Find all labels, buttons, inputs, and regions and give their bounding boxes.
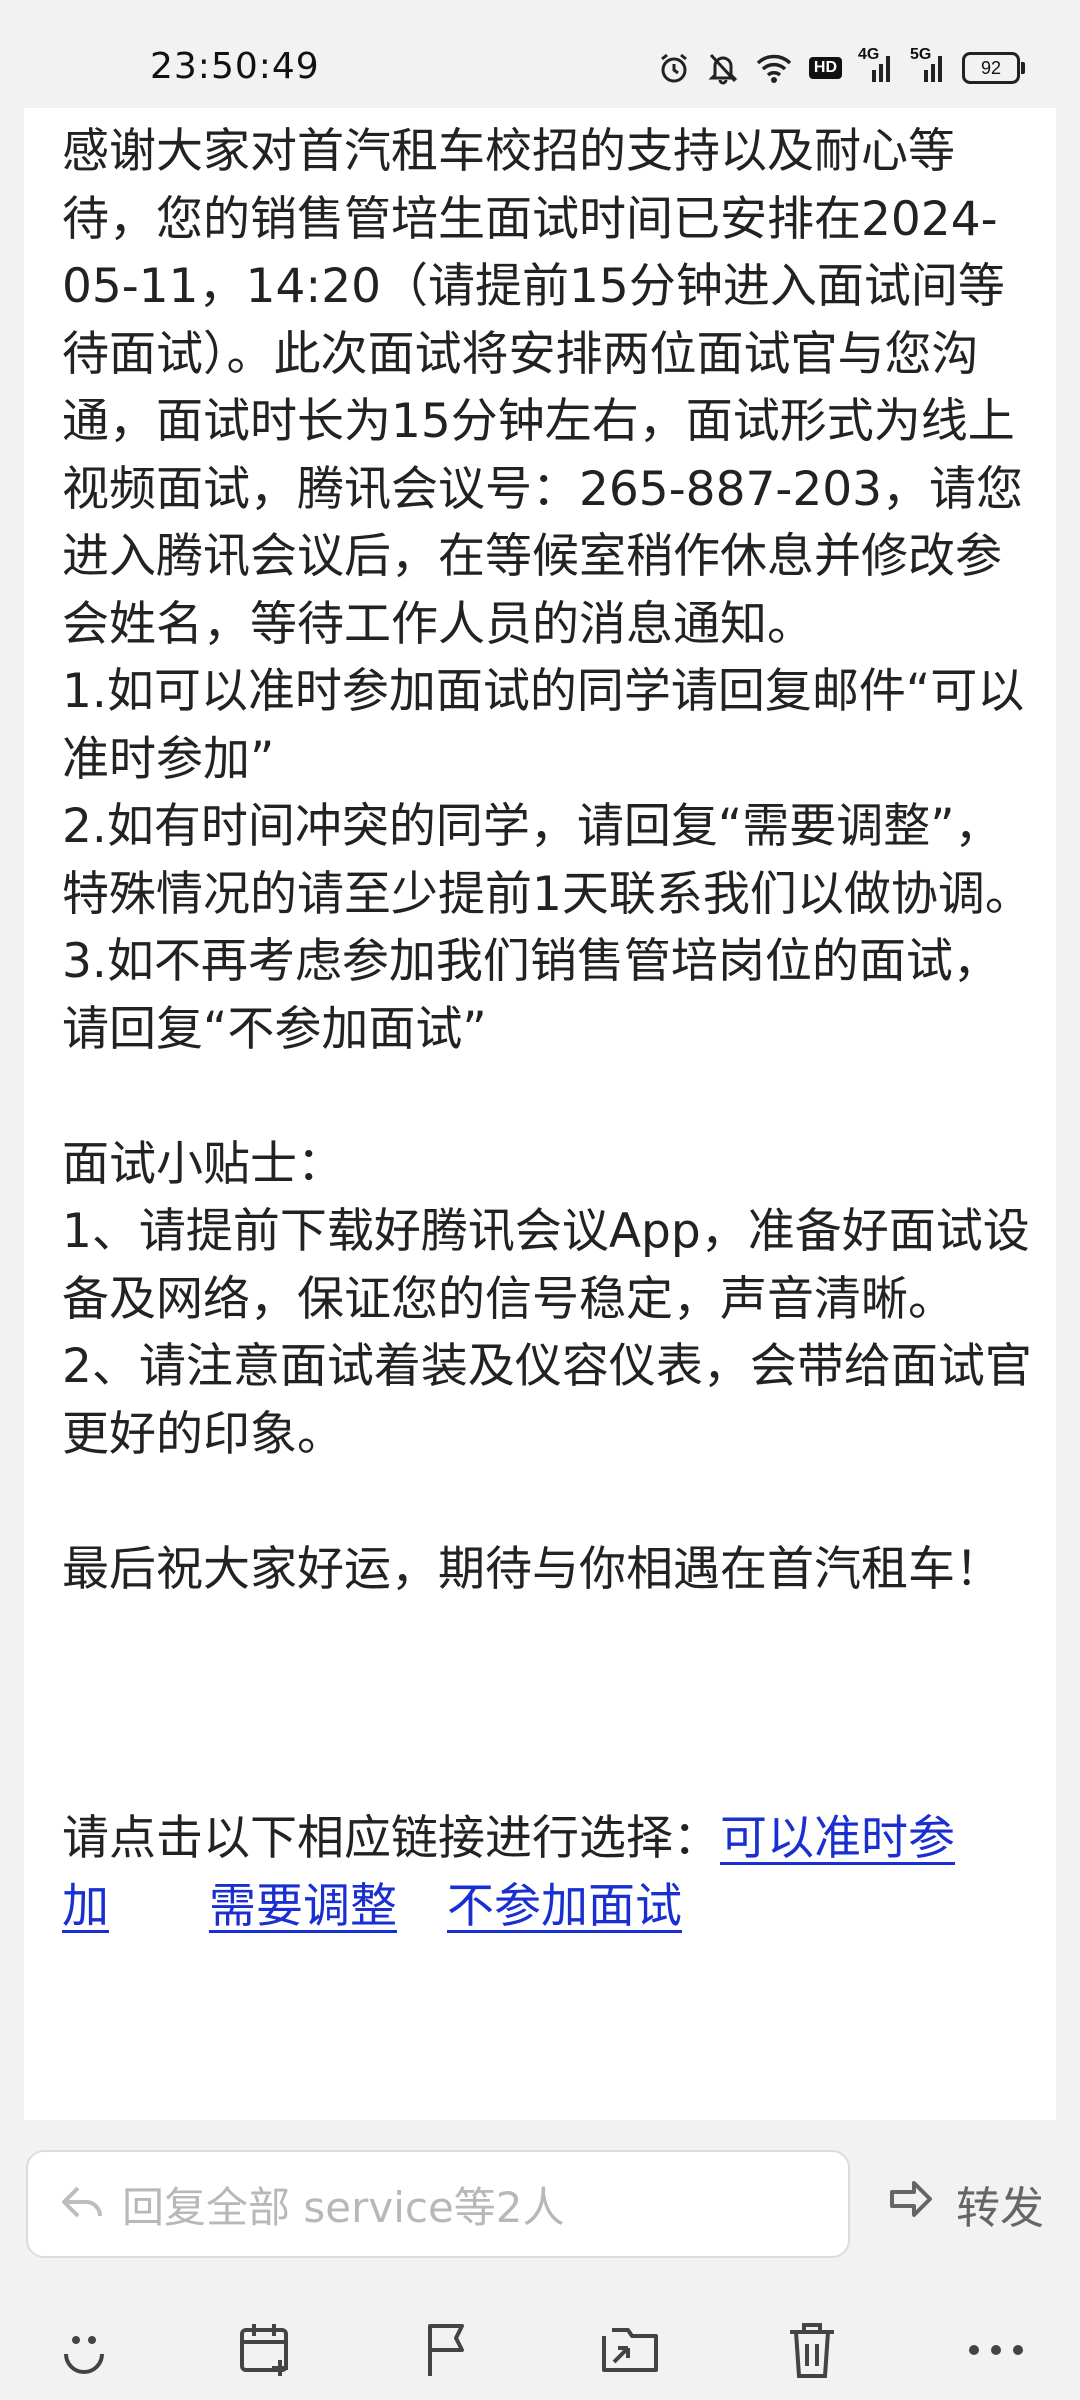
flag-icon (420, 2320, 476, 2384)
option-3: 3.如不再考虑参加我们销售管培岗位的面试，请回复“不参加面试” (62, 934, 1000, 1057)
link-line: 请点击以下相应链接进行选择：可以准时参加 需要调整 不参加面试 (62, 1805, 1042, 1940)
more-button[interactable] (956, 2312, 1036, 2392)
option-2: 2.如有时间冲突的同学，请回复“需要调整”，特殊情况的请至少提前1天联系我们以做… (62, 799, 1032, 922)
bottom-bar: 回复全部 service等2人 转发 (0, 2120, 1080, 2400)
network-5g-label: 5G (910, 46, 932, 63)
calendar-add-icon (236, 2320, 296, 2384)
main-paragraph: 感谢大家对首汽租车校招的支持以及耐心等待，您的销售管培生面试时间已安排在2024… (62, 124, 1024, 652)
battery-icon: 92 (962, 52, 1025, 84)
reply-placeholder: 回复全部 service等2人 (122, 2182, 565, 2232)
battery-level: 92 (980, 57, 1002, 78)
reply-all-input[interactable]: 回复全部 service等2人 (26, 2150, 850, 2258)
trash-icon (786, 2320, 838, 2384)
network-4g-label: 4G (858, 46, 880, 63)
link-adjust[interactable]: 需要调整 (209, 1879, 397, 1934)
status-bar: 23:50:49 HD 4G 5G 92 (0, 0, 1080, 110)
smile-button[interactable] (44, 2312, 124, 2392)
status-icons: HD 4G 5G 92 (657, 46, 1025, 88)
tips-title: 面试小贴士： (62, 1136, 344, 1192)
tip-2: 2、请注意面试着装及仪容仪表，会带给面试官更好的印象。 (62, 1339, 1032, 1462)
add-calendar-button[interactable] (226, 2312, 306, 2392)
closing-line: 最后祝大家好运，期待与你相遇在首汽租车！ (62, 1541, 1002, 1597)
email-text: 感谢大家对首汽租车校招的支持以及耐心等待，您的销售管培生面试时间已安排在2024… (62, 118, 1042, 1940)
signal-4g-icon: 4G (858, 46, 894, 84)
forward-icon (888, 2179, 934, 2230)
signal-5g-icon: 5G (910, 46, 946, 84)
status-time: 23:50:49 (150, 46, 320, 87)
link-prompt: 请点击以下相应链接进行选择： (62, 1811, 720, 1866)
delete-button[interactable] (772, 2312, 852, 2392)
move-button[interactable] (590, 2312, 670, 2392)
option-1: 1.如可以准时参加面试的同学请回复邮件“可以准时参加” (62, 664, 1025, 787)
link-decline[interactable]: 不参加面试 (447, 1879, 682, 1934)
forward-button[interactable]: 转发 (888, 2176, 1044, 2234)
wifi-icon (755, 52, 793, 84)
smile-icon (56, 2322, 112, 2382)
more-icon (966, 2340, 1026, 2364)
reply-all-icon (58, 2182, 106, 2226)
move-folder-icon (598, 2322, 662, 2382)
flag-button[interactable] (408, 2312, 488, 2392)
forward-label: 转发 (956, 2183, 1044, 2234)
bottom-toolbar (0, 2312, 1080, 2396)
mute-bell-icon (707, 51, 739, 85)
email-body: 感谢大家对首汽租车校招的支持以及耐心等待，您的销售管培生面试时间已安排在2024… (24, 108, 1056, 2120)
hd-badge: HD (808, 57, 842, 79)
tip-1: 1、请提前下载好腾讯会议App，准备好面试设备及网络，保证您的信号稳定，声音清晰… (62, 1204, 1030, 1327)
alarm-icon (657, 51, 691, 85)
